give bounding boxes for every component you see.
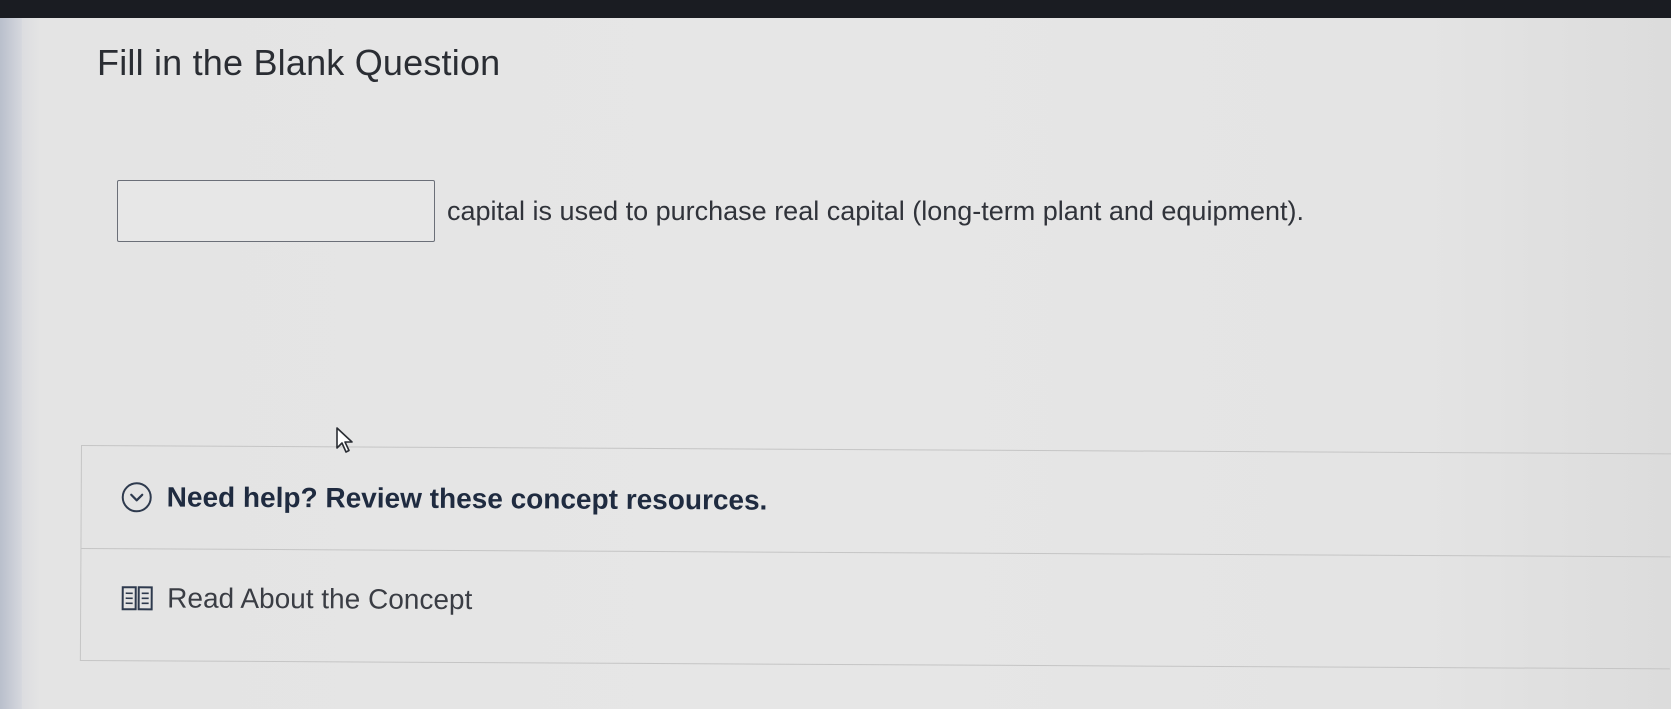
mouse-cursor-icon [336,427,353,453]
question-text: capital is used to purchase real capital… [447,195,1304,226]
resource-read-about-concept[interactable]: Read About the Concept [81,548,473,650]
chevron-down-circle-icon[interactable] [121,482,152,513]
help-label: Need help? Review these concept resource… [166,481,768,516]
book-icon [121,585,153,611]
question-row: capital is used to purchase real capital… [117,180,1304,242]
page-title: Fill in the Blank Question [97,42,501,83]
left-panel-edge [0,18,22,709]
concept-resources-panel: Need help? Review these concept resource… [79,445,1671,670]
blank-answer-input[interactable] [117,180,435,242]
resource-label: Read About the Concept [167,582,473,616]
help-toggle[interactable]: Need help? Review these concept resource… [81,446,1671,558]
screen-top-bezel [0,0,1671,18]
